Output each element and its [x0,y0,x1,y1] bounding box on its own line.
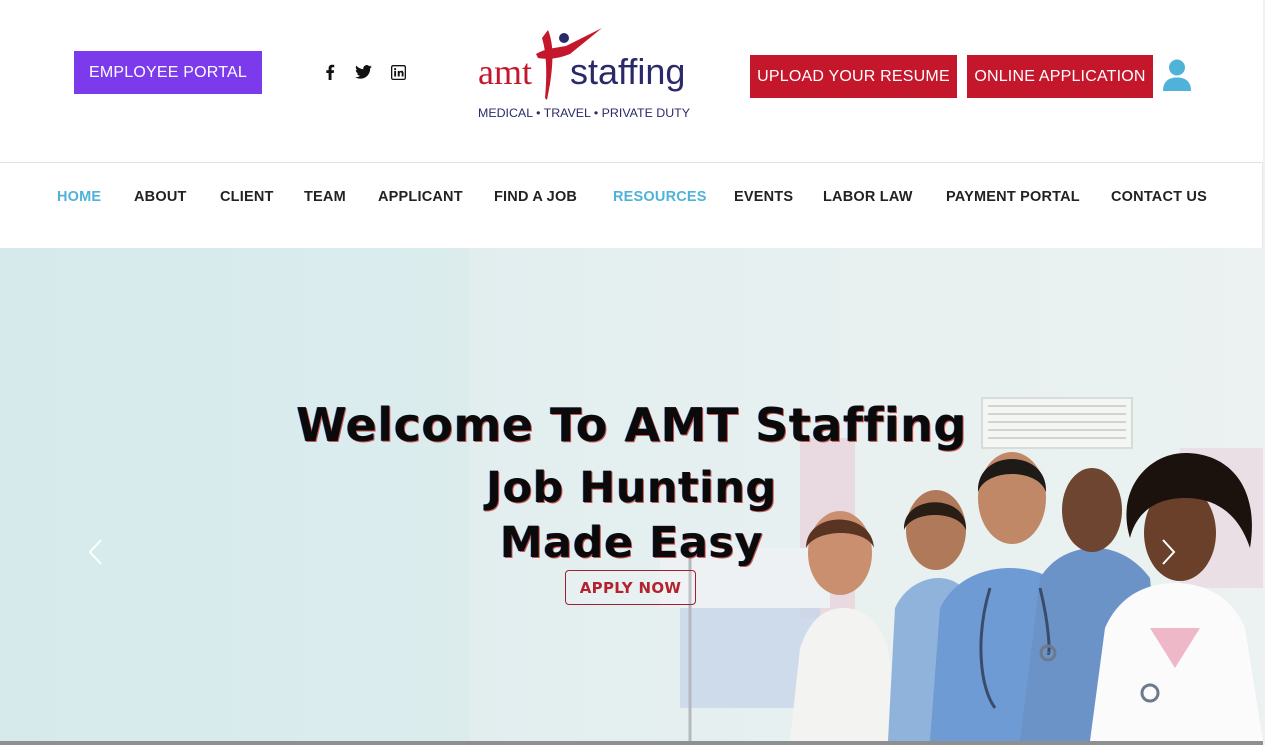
nav-item-contact-us[interactable]: CONTACT US [1111,189,1207,205]
nav-item-labor-law[interactable]: LABOR LAW [823,189,913,205]
apply-now-button[interactable]: APPLY NOW [565,570,696,605]
section-divider [0,741,1263,745]
upload-resume-button[interactable]: UPLOAD YOUR RESUME [750,55,957,98]
hero-slider: Welcome To AMT Staffing Job Hunting Made… [0,248,1263,741]
nav-item-home[interactable]: HOME [57,189,101,205]
nav-item-find-a-job[interactable]: FIND A JOB [494,189,577,205]
nav-item-about[interactable]: ABOUT [134,189,187,205]
chevron-left-icon[interactable] [86,538,106,566]
linkedin-icon[interactable] [389,63,407,81]
company-logo[interactable]: amt staffing MEDICAL • TRAVEL • PRIVATE … [476,18,690,122]
hero-subtitle-line1: Job Hunting [486,463,777,513]
nav-item-team[interactable]: TEAM [304,189,346,205]
logo-tagline: MEDICAL • TRAVEL • PRIVATE DUTY [478,106,690,120]
logo-brand-right: staffing [570,51,685,92]
main-navigation: HOME ABOUT CLIENT TEAM APPLICANT FIND A … [0,162,1263,248]
top-header: EMPLOYEE PORTAL amt staffing MEDICAL • T… [0,0,1265,162]
hero-title: Welcome To AMT Staffing [296,398,967,452]
hero-subtitle-line2: Made Easy [499,518,764,568]
nav-item-payment-portal[interactable]: PAYMENT PORTAL [946,189,1080,205]
facebook-icon[interactable] [321,63,339,81]
user-icon[interactable] [1162,58,1192,92]
nav-item-applicant[interactable]: APPLICANT [378,189,463,205]
twitter-icon[interactable] [354,63,372,81]
online-application-button[interactable]: ONLINE APPLICATION [967,55,1153,98]
nav-item-resources[interactable]: RESOURCES [613,189,707,205]
chevron-right-icon[interactable] [1158,538,1178,566]
nav-item-client[interactable]: CLIENT [220,189,274,205]
employee-portal-button[interactable]: EMPLOYEE PORTAL [74,51,262,94]
logo-brand-left: amt [478,52,532,92]
nav-item-events[interactable]: EVENTS [734,189,793,205]
